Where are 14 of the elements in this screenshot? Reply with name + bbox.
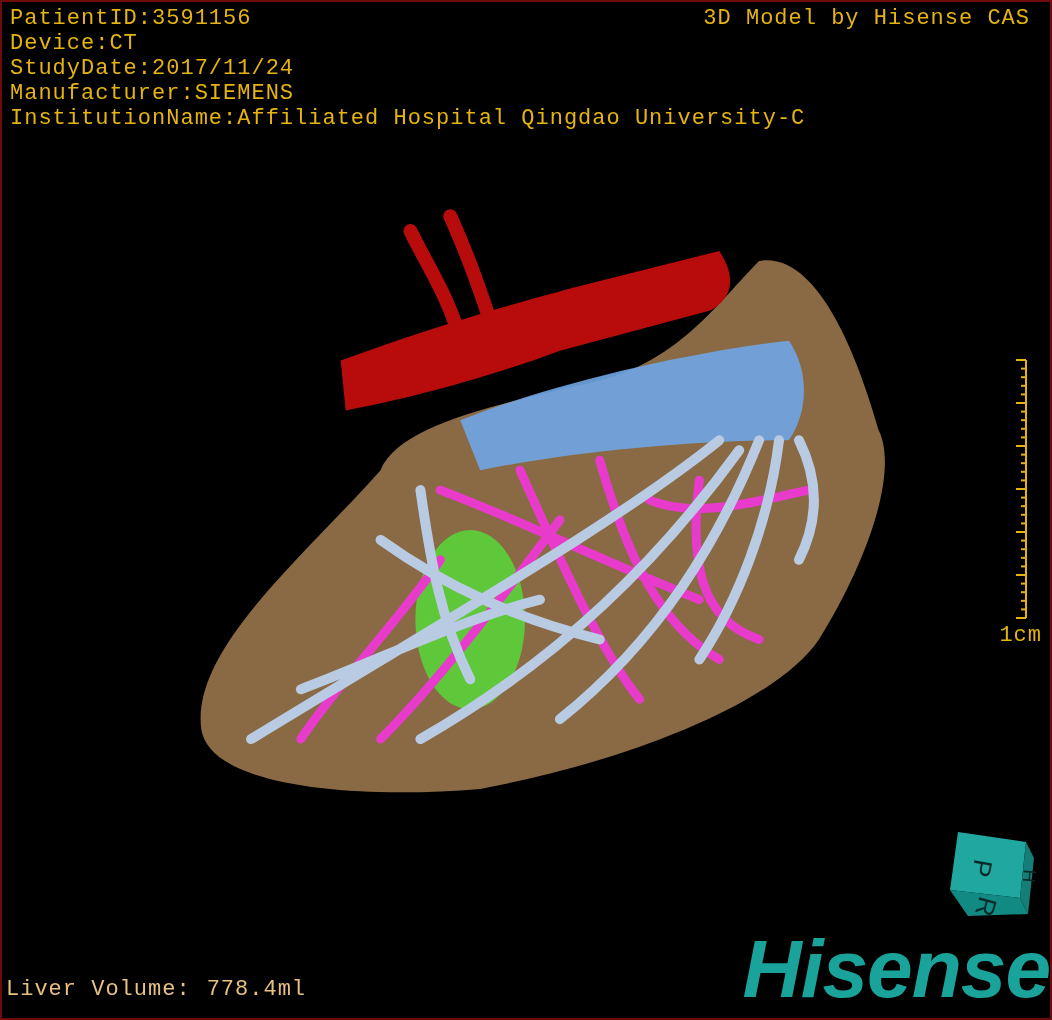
cube-face-label: P [965, 857, 999, 880]
scale-bar-icon [1013, 359, 1028, 619]
info-text: StudyDate:2017/11/24 [10, 56, 295, 81]
info-text: Device:CT [10, 31, 138, 56]
volume-label: Liver Volume: [6, 977, 191, 1002]
volume-value: 778.4ml [206, 977, 307, 1002]
info-text: Manufacturer:SIEMENS [10, 81, 295, 106]
viewer-title: 3D Model by Hisense CAS [703, 6, 1030, 31]
cube-face-label: H [1018, 868, 1036, 884]
info-text: PatientID:3591156 [10, 6, 252, 31]
cube-face-label: R [969, 893, 1003, 920]
info-text: InstitutionName:Affiliated Hospital Qingdao University-C [10, 106, 806, 131]
brand-logo: Hisense [742, 928, 1050, 1010]
scale-label: 1cm [999, 623, 1042, 648]
